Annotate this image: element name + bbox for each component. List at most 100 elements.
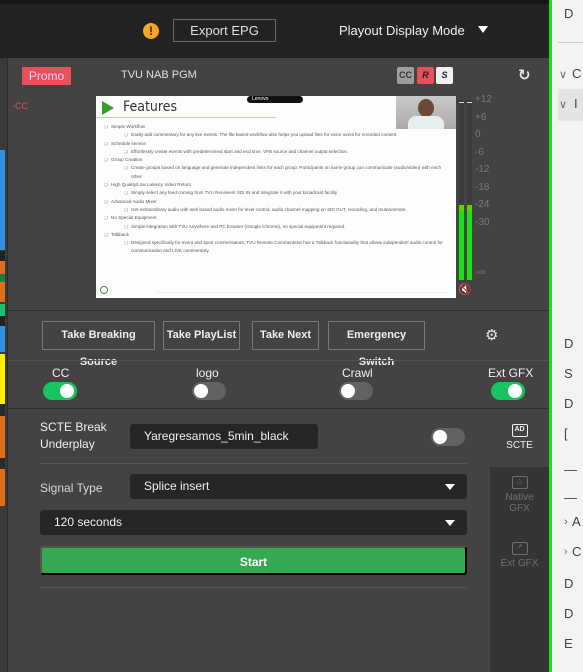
right-panel-item[interactable]: D (564, 576, 573, 591)
slide-title: Features (123, 99, 178, 115)
meter-tick-label: -12 (475, 164, 490, 175)
chevron-down-icon[interactable] (478, 26, 488, 33)
speaker-muted-icon[interactable]: 🔇 (458, 283, 472, 296)
strip-segment (0, 458, 5, 469)
right-panel-item[interactable]: C (572, 544, 581, 559)
right-panel-item[interactable]: D (564, 396, 573, 411)
meter-tick-label: -18 (475, 181, 490, 193)
side-tab-column: AD SCTE △ Native GFX ↗ Ext GFX (490, 410, 549, 672)
divider (8, 310, 549, 311)
right-panel-item[interactable]: — (564, 462, 577, 477)
strip-segment (0, 58, 5, 148)
chevron-right-icon[interactable]: › (564, 516, 568, 528)
header-bar: ! Export EPG Playout Display Mode (0, 4, 549, 58)
divider (8, 408, 549, 409)
right-panel-item[interactable]: D (564, 606, 573, 621)
feature-description: Create groups based on language and gene… (104, 164, 444, 181)
divider (40, 587, 467, 588)
emergency-switch-button[interactable]: Emergency Switch (328, 321, 425, 368)
right-panel-item[interactable]: D (564, 6, 573, 21)
chevron-down-icon (445, 484, 455, 490)
strip-segment (0, 404, 5, 416)
cc-indicator: ·CC (12, 101, 28, 111)
export-epg-button[interactable]: Export EPG (173, 19, 276, 42)
duration-value: 120 seconds (54, 515, 123, 529)
s-badge[interactable]: S (436, 67, 453, 84)
feature-heading: Schedule service (104, 140, 444, 149)
ad-monitor-icon: AD (511, 424, 528, 437)
record-badge[interactable]: R (417, 67, 434, 84)
divider (558, 42, 583, 43)
ext-gfx-toggle-label: Ext GFX (488, 366, 534, 380)
gear-icon[interactable]: ⚙ (485, 326, 498, 344)
tab-native-gfx[interactable]: △ Native GFX (490, 476, 549, 536)
strip-segment (0, 282, 5, 302)
tab-label: SCTE (506, 440, 533, 451)
source-name: TVU NAB PGM (121, 69, 197, 81)
strip-segment (0, 150, 5, 250)
underplay-toggle[interactable] (431, 428, 465, 446)
tab-label: GFX (509, 503, 530, 514)
ext-gfx-toggle[interactable] (491, 382, 525, 400)
right-panel-item[interactable]: A (572, 514, 581, 529)
feature-heading: Simple Workflow (104, 123, 444, 132)
strip-segment (0, 354, 5, 404)
right-panel-item[interactable]: [ (564, 426, 568, 441)
meter-peak (467, 102, 472, 103)
take-breaking-source-button[interactable]: Take Breaking Source (42, 321, 155, 368)
logo-toggle[interactable] (192, 382, 226, 400)
meter-tick-label: 0 (475, 129, 481, 140)
label-line-2: Underplay (40, 437, 95, 451)
tab-scte[interactable]: AD SCTE (490, 410, 549, 467)
right-panel-item[interactable]: — (564, 490, 577, 505)
signal-type-value: Splice insert (144, 479, 210, 493)
strip-segment (0, 316, 5, 326)
underplay-file-field[interactable]: Yaregresamos_5min_black (130, 424, 318, 449)
label-line-1: SCTE Break (40, 420, 107, 434)
signal-type-label: Signal Type (40, 481, 103, 495)
chevron-down-icon[interactable]: ∨ (559, 68, 567, 81)
cc-toggle-label: CC (52, 366, 70, 380)
external-image-icon: ↗ (511, 542, 528, 555)
strip-segment (0, 274, 5, 282)
toggle-knob (508, 384, 522, 398)
take-playlist-button[interactable]: Take PlayList (163, 321, 240, 350)
refresh-icon[interactable]: ↻ (518, 66, 531, 84)
right-panel-item[interactable]: I (574, 96, 578, 111)
footer-line (156, 292, 446, 293)
feature-description: Effortlessly create events with predeter… (104, 148, 444, 157)
right-panel-item[interactable]: C (572, 66, 581, 81)
chevron-down-icon[interactable]: ∨ (559, 98, 567, 111)
right-panel-item[interactable]: S (564, 366, 573, 381)
video-preview[interactable]: Features Lenovo Simple WorkflowEasily ad… (96, 96, 456, 298)
right-panel-item[interactable]: D (564, 336, 573, 351)
warning-icon[interactable]: ! (143, 23, 159, 39)
tab-ext-gfx[interactable]: ↗ Ext GFX (490, 542, 549, 582)
duration-select[interactable]: 120 seconds (40, 510, 467, 535)
play-arrow-icon (102, 101, 114, 115)
crawl-toggle[interactable] (339, 382, 373, 400)
tab-label: Native (505, 492, 534, 503)
feature-description: Easily add commentary for any live event… (104, 131, 444, 140)
feature-heading: Advanced Audio Mixer (104, 198, 444, 207)
footer-logo-icon (100, 286, 108, 294)
slide-rule (96, 117, 276, 118)
playout-display-mode-select[interactable]: Playout Display Mode (339, 23, 465, 38)
promo-tag: Promo (22, 67, 71, 85)
right-panel-item[interactable]: E (564, 636, 573, 651)
take-next-button[interactable]: Take Next (252, 321, 319, 350)
left-timeline-strip (0, 58, 7, 672)
chevron-right-icon[interactable]: › (564, 546, 568, 558)
lenovo-watermark: Lenovo (247, 96, 303, 103)
signal-type-select[interactable]: Splice insert (130, 474, 467, 499)
toggle-knob (341, 384, 355, 398)
strip-segment (0, 416, 5, 458)
audio-meter-left (459, 100, 464, 280)
playout-app: ! Export EPG Playout Display Mode Promo … (0, 0, 583, 672)
meter-tick-label: -∞ (475, 267, 486, 278)
cc-badge[interactable]: CC (397, 67, 414, 84)
start-button[interactable]: Start (40, 546, 467, 575)
feature-description: Simple integration with TVU Anywhere and… (104, 223, 444, 232)
cc-toggle[interactable] (43, 382, 77, 400)
slide-feature-list: Simple WorkflowEasily add commentary for… (104, 123, 444, 256)
